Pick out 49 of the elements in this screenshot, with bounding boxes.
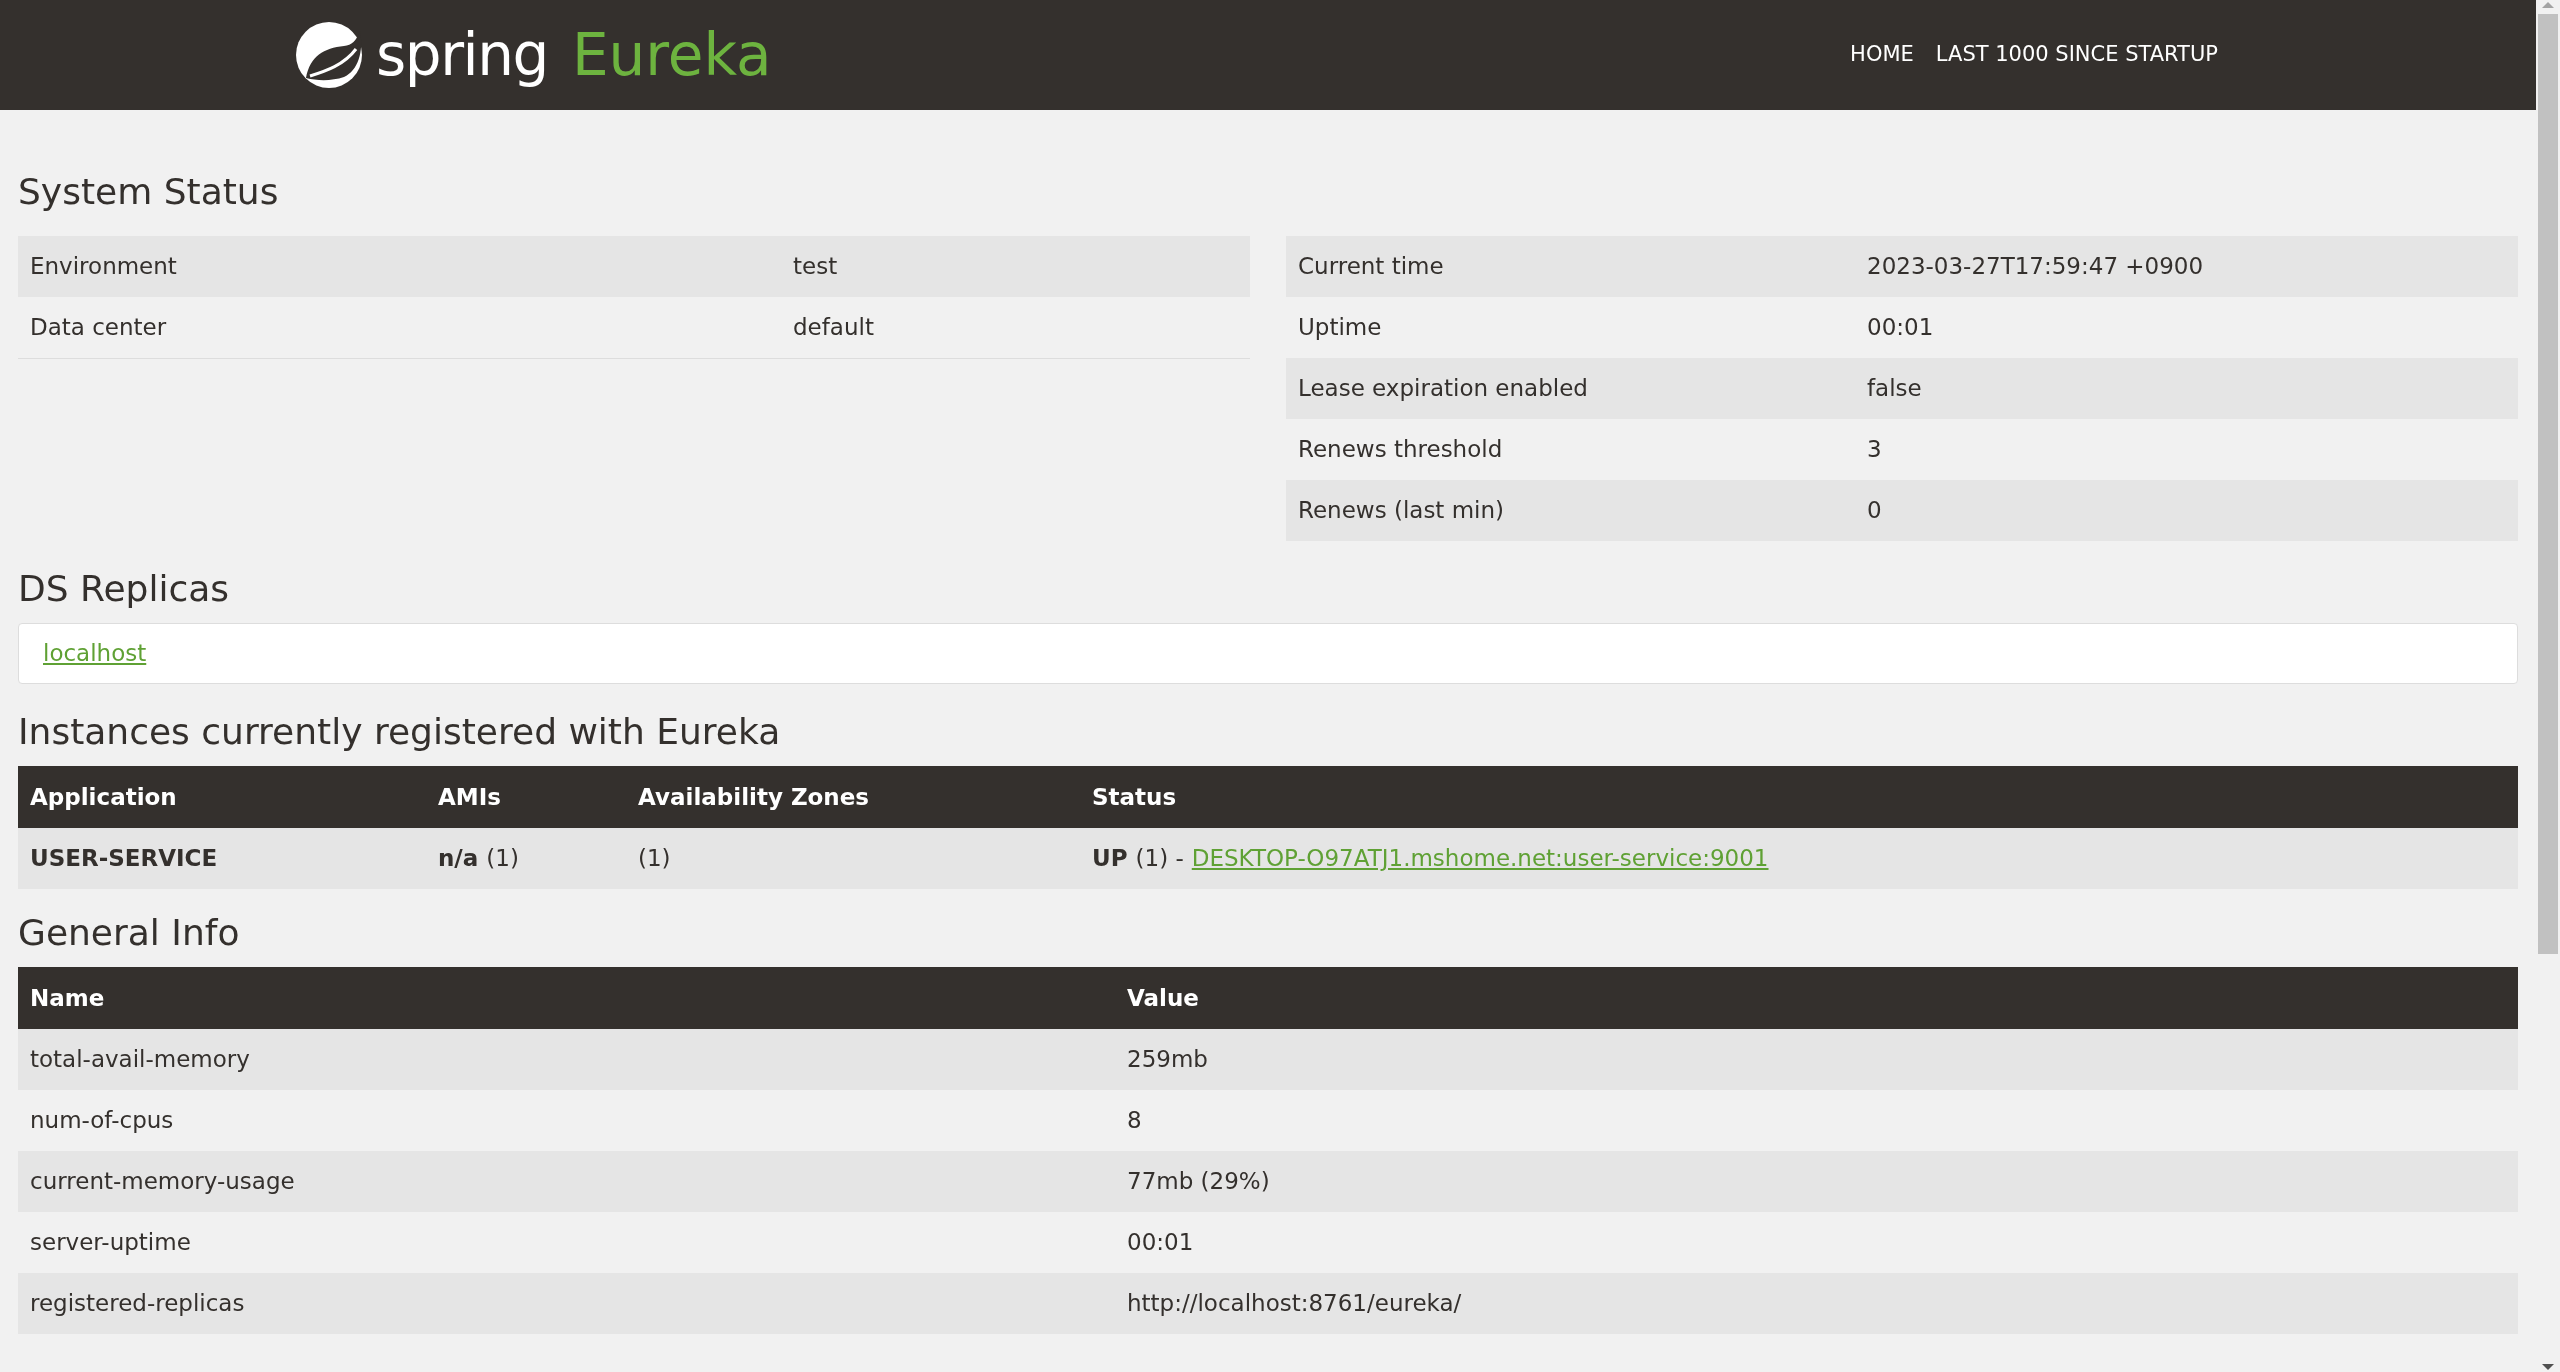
leaf-logo-icon	[296, 21, 364, 89]
table-cell-text: default	[793, 313, 874, 343]
scrollbar[interactable]	[2536, 0, 2560, 1372]
table-cell-text: 2023-03-27T17:59:47 +0900	[1867, 252, 2204, 282]
table-cell-text: false	[1867, 374, 1922, 404]
table-cell-text: Environment	[29, 252, 178, 282]
table-cell-text: USER-SERVICE	[29, 844, 219, 874]
logo-text: Eureka	[571, 26, 772, 84]
column-header: AMIs	[437, 782, 502, 812]
table-cell-text: Current time	[1297, 252, 1445, 282]
table-cell-text: total-avail-memory	[29, 1045, 251, 1075]
table-cell-text: Renews (last min)	[1297, 496, 1506, 526]
column-header: Value	[1126, 983, 1199, 1013]
ami-value: n/a	[438, 844, 479, 874]
ami-count: (1)	[486, 844, 519, 874]
table-cell-text: test	[793, 252, 838, 282]
table-cell-text: 259mb	[1126, 1045, 1208, 1075]
column-header: Application	[29, 782, 178, 812]
table-cell-text: Renews threshold	[1297, 435, 1504, 465]
nav-link[interactable]: HOME	[1850, 39, 1914, 71]
table-cell-text: http://localhost:8761/eureka/	[1126, 1289, 1462, 1319]
column-header: Availability Zones	[637, 782, 871, 812]
nav-link[interactable]: LAST 1000 SINCE STARTUP	[1935, 39, 2218, 71]
table-cell-text: 3	[1867, 435, 1882, 465]
section-title: General Info	[18, 911, 241, 955]
table-cell-text: num-of-cpus	[29, 1106, 175, 1136]
column-header: Name	[29, 983, 106, 1013]
table-cell-text: registered-replicas	[29, 1289, 246, 1319]
table-cell-text: Lease expiration enabled	[1297, 374, 1589, 404]
column-header: Status	[1091, 782, 1177, 812]
table-cell-text: Uptime	[1297, 313, 1383, 343]
table-cell-text: 00:01	[1867, 313, 1934, 343]
table-cell-text: current-memory-usage	[29, 1167, 296, 1197]
table-cell-text: 77mb (29%)	[1126, 1167, 1270, 1197]
section-title: DS Replicas	[18, 567, 231, 611]
section-title: Instances currently registered with Eureka	[18, 710, 782, 754]
status-value: UP	[1092, 844, 1128, 874]
scroll-up-icon[interactable]	[2541, 0, 2555, 10]
table-cell-text: 0	[1867, 496, 1882, 526]
status-count: (1) -	[1135, 844, 1184, 874]
scrollbar-thumb[interactable]	[2538, 14, 2558, 954]
table-cell-text: 00:01	[1126, 1228, 1194, 1258]
table-cell-text: Data center	[29, 313, 168, 343]
logo[interactable]: spring Eureka	[296, 21, 772, 89]
section-title: System Status	[18, 170, 279, 214]
scroll-down-icon[interactable]	[2541, 1362, 2555, 1372]
table-cell-text: 8	[1126, 1106, 1142, 1136]
table-cell-text: server-uptime	[29, 1228, 192, 1258]
table-cell-text: (1)	[637, 844, 672, 874]
